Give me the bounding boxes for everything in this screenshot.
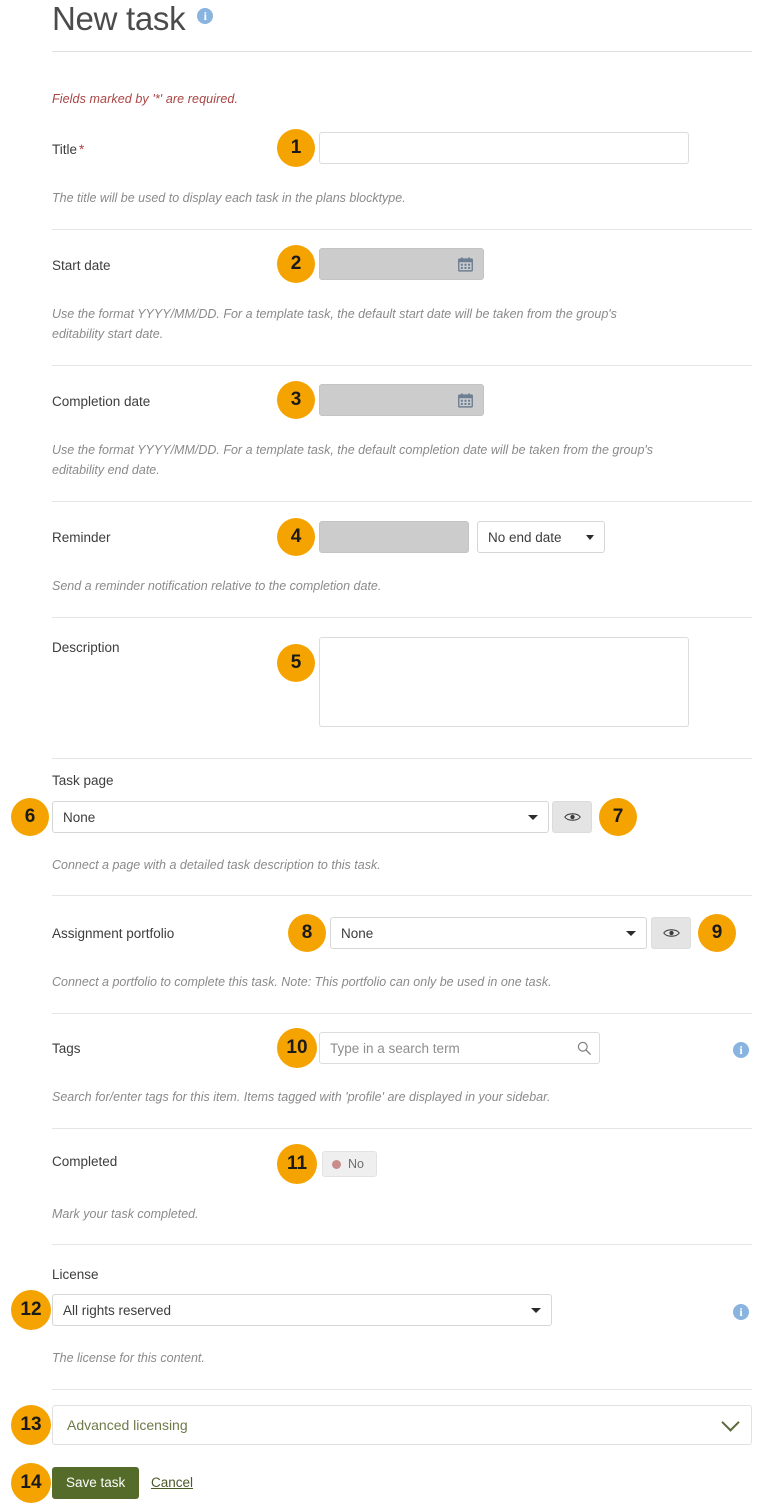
start-date-input[interactable]: [319, 248, 484, 280]
page-header: New task: [52, 0, 752, 52]
completion-date-input[interactable]: [319, 384, 484, 416]
calendar-icon: [458, 393, 473, 408]
eye-icon: [564, 811, 581, 823]
callout-marker-3: 3: [277, 381, 315, 419]
callout-marker-13: 13: [11, 1405, 51, 1445]
new-task-form-page: New task Fields marked by '*' are requir…: [0, 0, 762, 1512]
assignment-portfolio-value: None: [341, 926, 373, 941]
task-page-value: None: [63, 810, 95, 825]
assignment-portfolio-label: Assignment portfolio: [52, 925, 174, 943]
callout-marker-10: 10: [277, 1028, 317, 1068]
row-divider: [52, 1013, 752, 1014]
row-divider: [52, 1389, 752, 1390]
tags-label: Tags: [52, 1040, 81, 1058]
row-divider: [52, 365, 752, 366]
callout-marker-11: 11: [277, 1144, 317, 1184]
tags-search-input[interactable]: Type in a search term: [319, 1032, 600, 1064]
completed-toggle[interactable]: No: [322, 1151, 377, 1177]
start-date-help-text: Use the format YYYY/MM/DD. For a templat…: [52, 304, 672, 344]
reminder-period-select[interactable]: No end date: [477, 521, 605, 553]
license-value: All rights reserved: [63, 1303, 171, 1318]
reminder-help-text: Send a reminder notification relative to…: [52, 576, 672, 596]
chevron-down-icon: [531, 1308, 541, 1313]
task-page-select[interactable]: None: [52, 801, 549, 833]
callout-marker-14: 14: [11, 1463, 51, 1503]
tags-placeholder: Type in a search term: [330, 1041, 577, 1056]
chevron-down-icon: [528, 815, 538, 820]
eye-icon: [663, 927, 680, 939]
callout-marker-6: 6: [11, 798, 49, 836]
license-help-text: The license for this content.: [52, 1348, 672, 1368]
advanced-licensing-toggle[interactable]: Advanced licensing: [52, 1405, 752, 1445]
chevron-down-icon: [626, 931, 636, 936]
task-page-preview-button[interactable]: [552, 801, 592, 833]
assignment-portfolio-select[interactable]: None: [330, 917, 647, 949]
callout-marker-9: 9: [698, 914, 736, 952]
license-info-icon[interactable]: [733, 1304, 749, 1325]
start-date-label: Start date: [52, 257, 111, 275]
assignment-portfolio-preview-button[interactable]: [651, 917, 691, 949]
cancel-link[interactable]: Cancel: [151, 1475, 193, 1490]
task-page-help-text: Connect a page with a detailed task desc…: [52, 855, 672, 875]
license-select[interactable]: All rights reserved: [52, 1294, 552, 1326]
title-divider: [52, 51, 752, 52]
callout-marker-4: 4: [277, 518, 315, 556]
row-divider: [52, 617, 752, 618]
info-icon[interactable]: [197, 8, 213, 29]
completed-label: Completed: [52, 1153, 117, 1171]
description-label: Description: [52, 639, 120, 657]
row-divider: [52, 758, 752, 759]
page-title: New task: [52, 0, 185, 38]
callout-marker-2: 2: [277, 245, 315, 283]
completion-date-label: Completion date: [52, 393, 150, 411]
callout-marker-1: 1: [277, 129, 315, 167]
save-task-button[interactable]: Save task: [52, 1467, 139, 1499]
chevron-down-icon: [721, 1413, 739, 1431]
tags-help-text: Search for/enter tags for this item. Ite…: [52, 1087, 672, 1107]
callout-marker-12: 12: [11, 1290, 51, 1330]
completion-date-help-text: Use the format YYYY/MM/DD. For a templat…: [52, 440, 672, 480]
row-divider: [52, 1244, 752, 1245]
callout-marker-5: 5: [277, 644, 315, 682]
required-asterisk: *: [79, 142, 84, 157]
license-label: License: [52, 1266, 99, 1284]
task-page-label: Task page: [52, 772, 114, 790]
required-fields-note: Fields marked by '*' are required.: [52, 92, 238, 106]
row-divider: [52, 1128, 752, 1129]
title-help-text: The title will be used to display each t…: [52, 188, 672, 208]
title-input[interactable]: [319, 132, 689, 164]
reminder-amount-input[interactable]: [319, 521, 469, 553]
advanced-licensing-label: Advanced licensing: [67, 1417, 724, 1433]
search-icon: [577, 1041, 591, 1055]
row-divider: [52, 895, 752, 896]
completed-toggle-value: No: [348, 1157, 364, 1171]
row-divider: [52, 501, 752, 502]
reminder-period-value: No end date: [488, 530, 562, 545]
reminder-label: Reminder: [52, 529, 111, 547]
status-dot-icon: [332, 1160, 341, 1169]
completed-help-text: Mark your task completed.: [52, 1204, 672, 1224]
assignment-portfolio-help-text: Connect a portfolio to complete this tas…: [52, 972, 672, 992]
calendar-icon: [458, 257, 473, 272]
chevron-down-icon: [586, 535, 594, 540]
title-label: Title*: [52, 141, 84, 159]
row-divider: [52, 229, 752, 230]
callout-marker-8: 8: [288, 914, 326, 952]
description-textarea[interactable]: [319, 637, 689, 727]
tags-info-icon[interactable]: [733, 1042, 749, 1063]
callout-marker-7: 7: [599, 798, 637, 836]
